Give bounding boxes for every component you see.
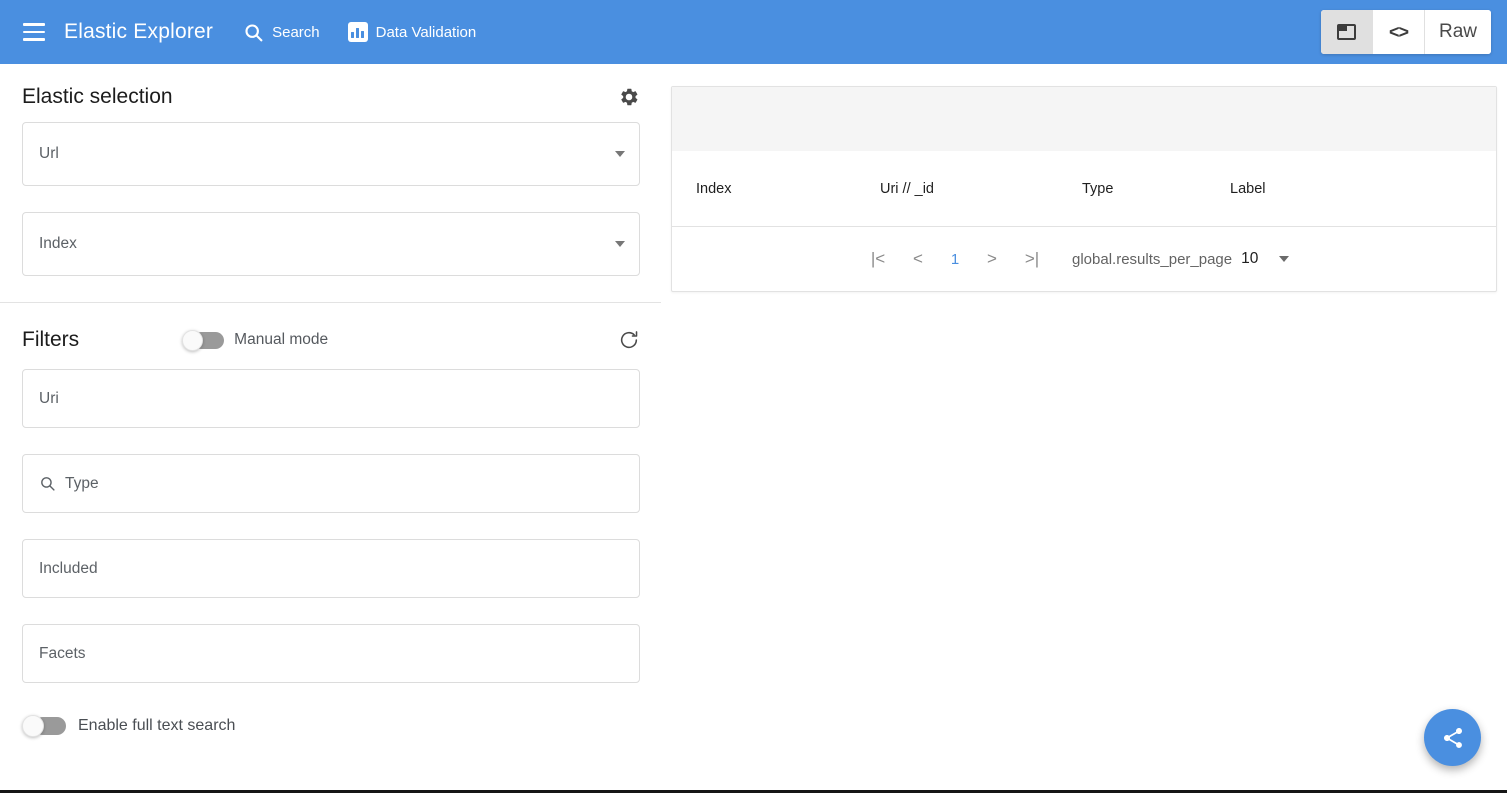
left-panel: Elastic selection Url Index Filters Manu… [0,64,662,789]
facets-input-placeholder: Facets [39,644,86,662]
view-mode-code-button[interactable]: <> [1372,10,1425,54]
filters-header: Filters Manual mode [22,303,640,369]
chevron-down-icon [615,151,625,157]
view-mode-card-button[interactable] [1320,10,1373,54]
facets-input[interactable]: Facets [22,624,640,683]
filters-section: Filters Manual mode Uri Type Included Fa… [0,303,662,737]
chevron-down-icon [1279,256,1290,262]
app-bar: Elastic Explorer Search Data Validation … [0,0,1507,64]
results-table-card: Index Uri // _id Type Label |< < 1 > >| … [671,86,1497,292]
column-header-label[interactable]: Label [1230,181,1380,197]
gear-icon[interactable] [618,86,640,108]
nav-item-search-label: Search [272,23,320,41]
elastic-selection-header: Elastic selection [22,64,640,122]
full-text-search-toggle[interactable] [22,715,66,737]
share-icon [1443,727,1462,748]
view-mode-button-group: <> Raw [1320,10,1491,54]
refresh-icon[interactable] [618,329,640,351]
column-header-uri-id[interactable]: Uri // _id [880,181,1082,197]
results-per-page-value: 10 [1241,250,1259,267]
included-input-placeholder: Included [39,559,98,577]
full-text-search-row: Enable full text search [22,709,640,737]
view-mode-raw-button[interactable]: Raw [1424,10,1491,54]
pagination-first-button[interactable]: |< [858,239,898,279]
included-input[interactable]: Included [22,539,640,598]
url-select-placeholder: Url [39,145,59,162]
results-per-page-select[interactable]: global.results_per_page 10 [1072,250,1290,268]
menu-bar-1 [23,23,45,26]
menu-bar-2 [23,30,45,34]
type-input-placeholder: Type [65,474,99,492]
pagination-prev-button[interactable]: < [898,239,938,279]
index-select-placeholder: Index [39,235,77,252]
elastic-selection-title: Elastic selection [22,85,173,108]
bar-chart-icon [347,22,368,42]
column-header-index[interactable]: Index [672,181,880,197]
nav-item-data-validation-label: Data Validation [375,23,477,41]
manual-mode-toggle[interactable] [182,330,225,351]
nav-item-data-validation[interactable]: Data Validation [347,22,477,42]
column-header-type[interactable]: Type [1082,181,1230,197]
url-select[interactable]: Url [22,122,640,186]
results-per-page-label: global.results_per_page [1072,250,1233,268]
search-icon [39,475,56,492]
menu-bar-3 [23,38,45,41]
results-table-pagination: |< < 1 > >| global.results_per_page 10 [672,227,1496,291]
pagination-page-1[interactable]: 1 [938,239,972,279]
uri-input[interactable]: Uri [22,369,640,428]
chevron-down-icon [615,241,625,247]
uri-input-placeholder: Uri [39,389,59,407]
share-fab-button[interactable] [1424,709,1481,766]
full-text-search-label: Enable full text search [78,717,236,734]
nav-item-search[interactable]: Search [243,22,320,43]
code-view-icon: <> [1388,21,1409,42]
manual-mode-toggle-row: Manual mode [182,330,329,351]
results-table-header-row: Index Uri // _id Type Label [672,151,1496,227]
manual-mode-label: Manual mode [234,331,329,348]
toggle-knob [22,715,44,737]
filters-title: Filters [22,328,80,351]
pagination-last-button[interactable]: >| [1012,239,1052,279]
results-table-toolbar [672,87,1496,151]
elastic-selection-section: Elastic selection Url Index [0,64,662,276]
hamburger-menu-icon[interactable] [16,14,52,50]
card-view-icon [1336,24,1356,40]
index-select[interactable]: Index [22,212,640,276]
pagination-next-button[interactable]: > [972,239,1012,279]
search-icon [243,22,264,43]
app-title: Elastic Explorer [64,20,214,43]
type-input[interactable]: Type [22,454,640,513]
